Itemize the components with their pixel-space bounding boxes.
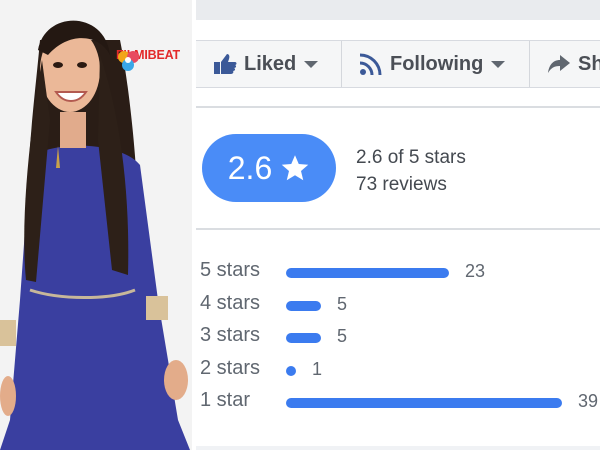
- chevron-down-icon: [304, 60, 319, 68]
- rating-row-bar: [286, 333, 321, 343]
- rating-row-count: 5: [337, 293, 348, 314]
- top-strip: [196, 0, 600, 20]
- rating-row: 4 stars 5: [196, 289, 600, 319]
- rating-row: 3 stars 5: [196, 321, 600, 351]
- chevron-down-icon: [491, 60, 506, 68]
- rating-row-label: 1 star: [200, 389, 251, 411]
- brand-mark-icon: [118, 51, 139, 71]
- thumbs-up-icon: [214, 54, 237, 74]
- rating-row: 2 stars 1: [196, 354, 600, 384]
- divider: [196, 228, 600, 230]
- divider: [196, 106, 600, 108]
- following-label: Following: [390, 52, 484, 75]
- rating-row-count: 1: [312, 358, 323, 379]
- rating-row-label: 5 stars: [200, 259, 261, 281]
- star-icon: [281, 155, 309, 181]
- rating-row-bar: [286, 268, 449, 278]
- rating-row-bar: [286, 365, 296, 376]
- share-label: Share: [578, 52, 600, 75]
- rating-row-bar: [286, 300, 321, 311]
- share-arrow-icon: [548, 55, 570, 73]
- share-button[interactable]: Share: [530, 41, 600, 87]
- rating-row-count: 39: [578, 391, 599, 411]
- rating-row-label: 2 stars: [200, 356, 261, 379]
- rating-row: 5 stars 23: [196, 256, 600, 286]
- rating-summary: 2.6 2.6 of 5 stars 73 reviews: [196, 130, 600, 210]
- brand-logo: FILMIBEAT: [116, 48, 180, 71]
- action-bar: Liked Following Share: [196, 40, 600, 88]
- rating-row-count: 23: [465, 261, 486, 281]
- rating-row: 1 star 39: [196, 386, 600, 416]
- rss-icon: [359, 53, 382, 76]
- rating-row-bar: [286, 398, 562, 408]
- liked-label: Liked: [244, 52, 297, 75]
- profile-photo: FILMIBEAT: [0, 0, 192, 450]
- bottom-edge: [196, 446, 600, 450]
- liked-button[interactable]: Liked: [196, 41, 342, 87]
- following-button[interactable]: Following: [342, 41, 530, 87]
- rating-badge: 2.6: [202, 134, 336, 202]
- person-illustration: [0, 0, 192, 450]
- rating-average: 2.6: [227, 149, 273, 186]
- review-count: 73 reviews: [356, 174, 447, 195]
- rating-description: 2.6 of 5 stars 73 reviews: [356, 144, 466, 198]
- rating-row-label: 3 stars: [200, 324, 261, 346]
- rating-row-count: 5: [337, 326, 348, 346]
- rating-summary-text: 2.6 of 5 stars: [356, 147, 466, 168]
- rating-row-label: 4 stars: [200, 291, 261, 314]
- page-panel: Liked Following Share 2.6: [196, 0, 600, 450]
